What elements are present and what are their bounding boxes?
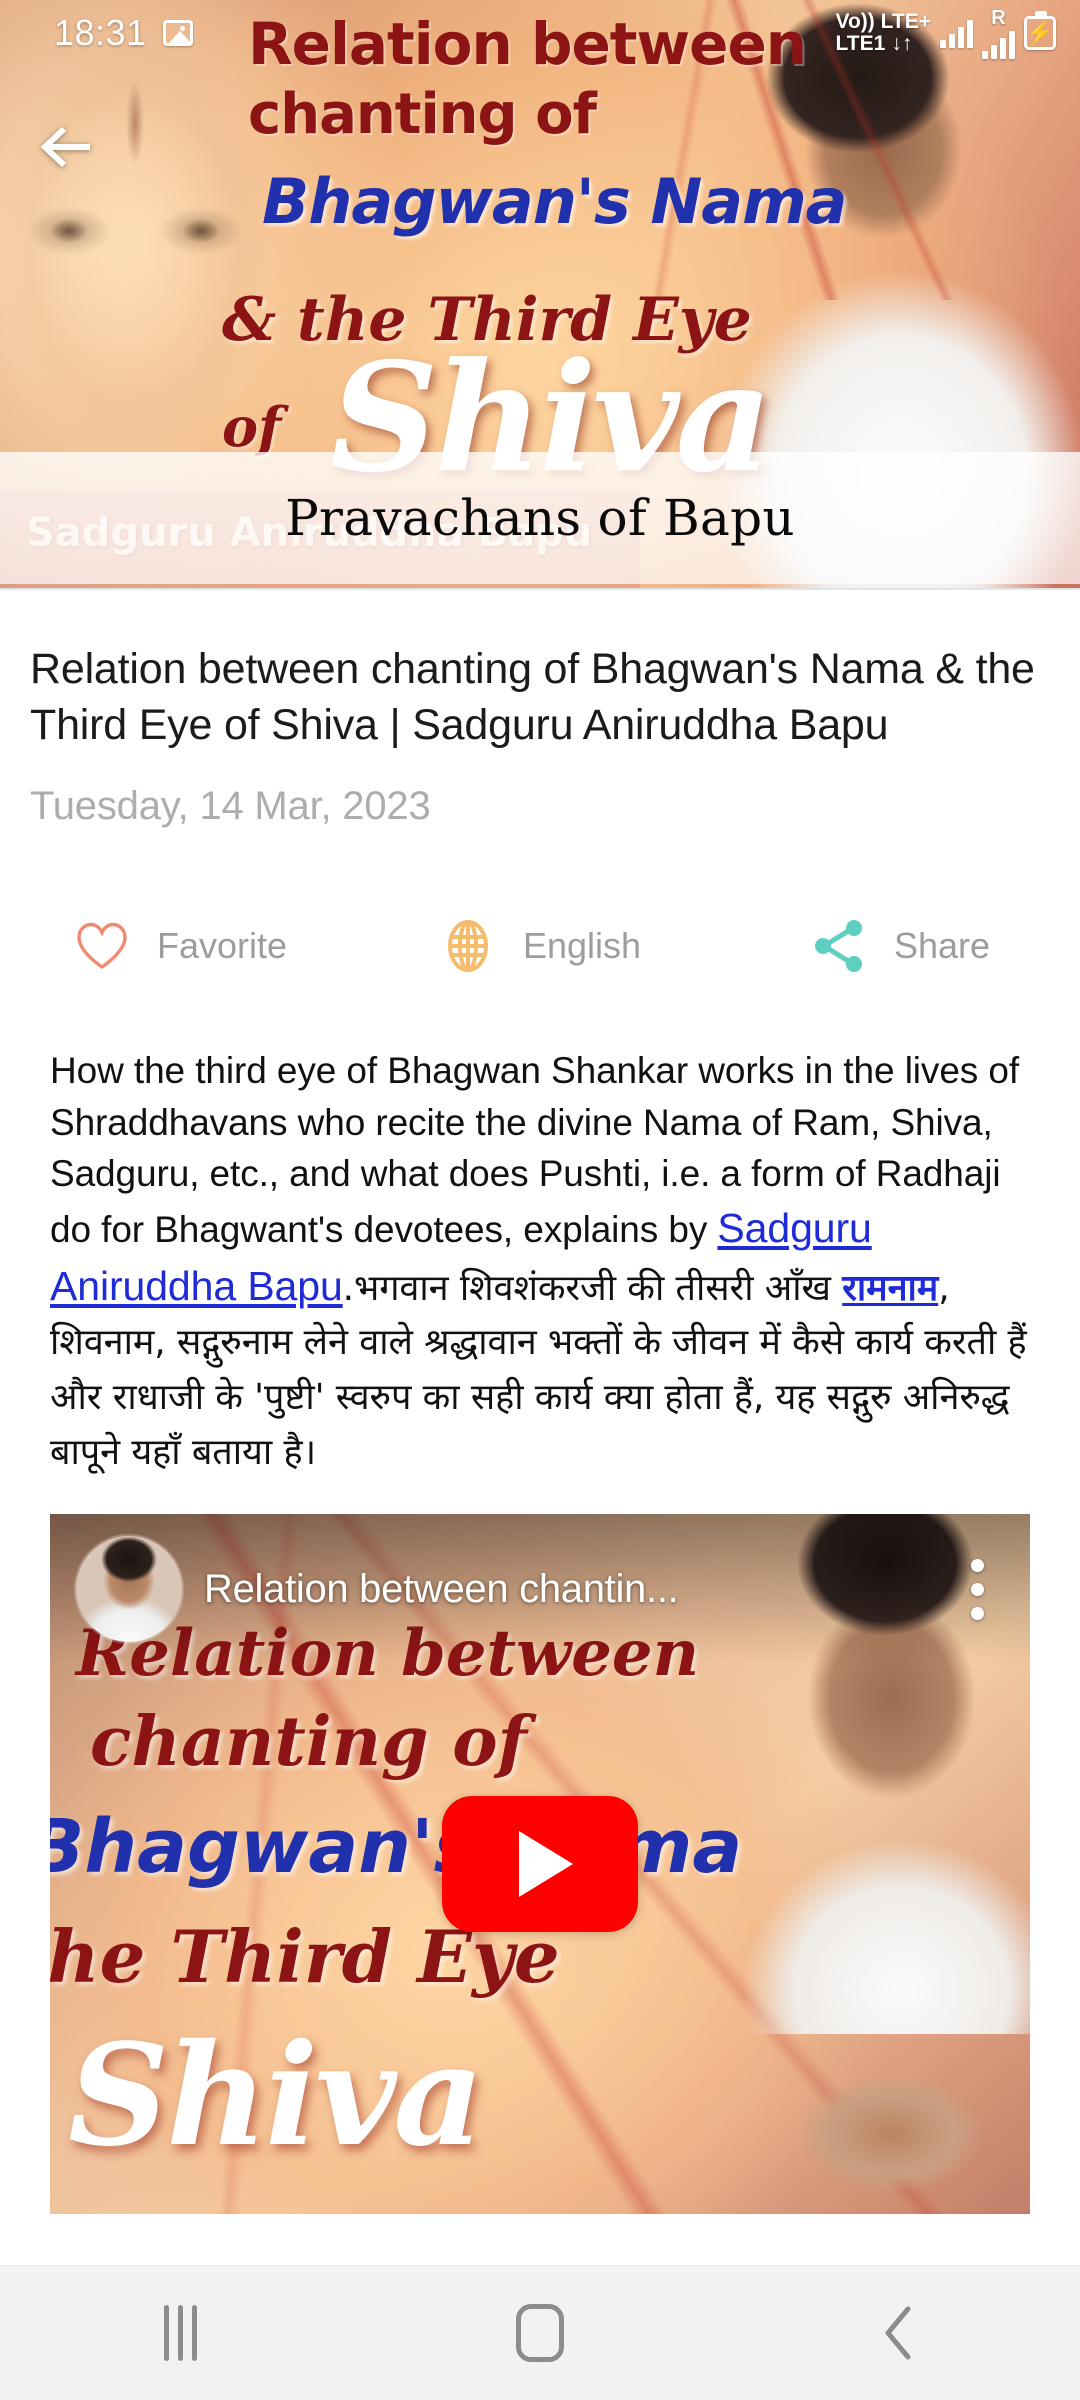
- home-icon: [516, 2304, 564, 2362]
- status-bar-left: 18:31: [54, 12, 193, 54]
- page-title-band: Pravachans of Bapu: [0, 452, 1080, 584]
- banner-line-2: chanting of: [248, 82, 597, 147]
- channel-avatar[interactable]: [76, 1536, 182, 1643]
- youtube-video-embed[interactable]: Relation between chanting of Bhagwan's N…: [50, 1514, 1030, 2215]
- back-button[interactable]: [720, 2266, 1080, 2400]
- language-label: English: [522, 924, 642, 966]
- language-button[interactable]: English: [360, 917, 720, 975]
- share-icon: [810, 917, 868, 975]
- home-button[interactable]: [360, 2266, 720, 2400]
- thumbnail-line-2: chanting of: [90, 1702, 527, 1783]
- banner-line-of: of: [222, 395, 282, 459]
- kebab-menu-icon[interactable]: [950, 1539, 1004, 1639]
- roaming-indicator: R: [991, 6, 1006, 29]
- publish-date: Tuesday, 14 Mar, 2023: [30, 783, 431, 828]
- description-block: How the third eye of Bhagwan Shankar wor…: [50, 1045, 1030, 1481]
- share-button[interactable]: Share: [720, 917, 1080, 975]
- youtube-play-icon[interactable]: [442, 1796, 638, 1933]
- volte-line-2-row: LTE1 ↓↑: [835, 32, 913, 55]
- favorite-label: Favorite: [156, 924, 288, 966]
- page-title: Pravachans of Bapu: [285, 489, 795, 547]
- share-label: Share: [893, 924, 991, 966]
- battery-bolt: ⚡: [1026, 20, 1054, 45]
- data-arrows-icon: ↓↑: [891, 32, 913, 55]
- status-time: 18:31: [54, 12, 147, 53]
- back-icon: [885, 2306, 911, 2360]
- recents-icon: [163, 2305, 197, 2361]
- description-hindi-part-1: .भगवान शिवशंकरजी की तीसरी आँख: [342, 1267, 843, 1309]
- content-area: Relation between chanting of Bhagwan's N…: [0, 590, 1080, 2215]
- heart-outline-icon: [73, 917, 131, 975]
- youtube-embed-top-bar: Relation between chantin...: [50, 1514, 1030, 1665]
- globe-icon: [439, 917, 497, 975]
- ramnam-link[interactable]: रामनाम: [842, 1268, 938, 1309]
- banner-line-3: Bhagwan's Nama: [262, 165, 848, 238]
- battery-charging-icon: ⚡: [1024, 11, 1056, 50]
- action-row: Favorite English Share: [0, 891, 1080, 1001]
- roaming-signal-group: R: [982, 8, 1015, 59]
- back-arrow-icon[interactable]: [34, 114, 100, 180]
- favorite-button[interactable]: Favorite: [0, 917, 360, 975]
- signal-bars-sim2-icon: [982, 29, 1015, 59]
- video-title: Relation between chanting of Bhagwan's N…: [30, 645, 1035, 749]
- signal-bars-sim1-icon: [940, 18, 973, 48]
- gallery-icon: [162, 20, 193, 46]
- volte-line-1: Vo)) LTE+: [835, 9, 931, 33]
- thumbnail-hand: [776, 2044, 1006, 2215]
- header-divider: [0, 588, 1080, 590]
- embed-video-title[interactable]: Relation between chantin...: [204, 1567, 950, 1612]
- status-bar: 18:31 Vo)) LTE+ LTE1 ↓↑ R ⚡: [0, 0, 1080, 66]
- system-nav-bar: [0, 2265, 1080, 2400]
- thumbnail-line-5: Shiva: [68, 2014, 484, 2179]
- description-english: How the third eye of Bhagwan Shankar wor…: [50, 1049, 1020, 1251]
- thumbnail-line-3: Bhagwan's Nama: [50, 1804, 743, 1891]
- status-bar-right: Vo)) LTE+ LTE1 ↓↑ R ⚡: [836, 8, 1056, 59]
- app-screen: Relation between chanting of Bhagwan's N…: [0, 0, 1080, 2400]
- volte-indicator: Vo)) LTE+ LTE1 ↓↑: [835, 9, 931, 55]
- volte-line-2: LTE1: [835, 32, 886, 55]
- recents-button[interactable]: [0, 2266, 360, 2400]
